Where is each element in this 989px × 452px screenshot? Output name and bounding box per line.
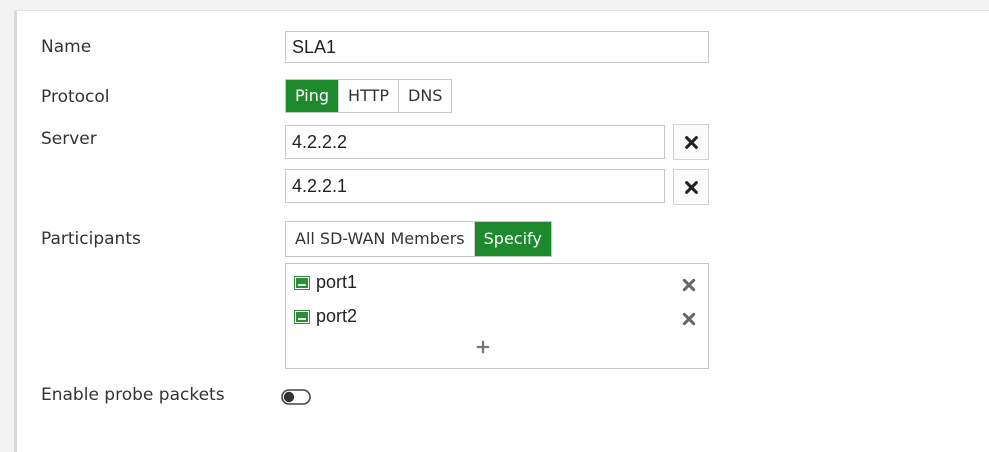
remove-server-2-button[interactable] <box>673 169 709 205</box>
remove-participant-icon[interactable] <box>682 278 696 292</box>
remove-server-1-button[interactable] <box>673 124 709 160</box>
network-port-icon <box>294 309 310 324</box>
protocol-option-http[interactable]: HTTP <box>339 80 399 112</box>
server-input-2[interactable]: 4.2.2.1 <box>285 169 665 203</box>
protocol-label: Protocol <box>41 87 110 107</box>
probe-label: Enable probe packets <box>41 385 225 405</box>
name-input[interactable]: SLA1 <box>285 31 709 63</box>
server-input-1-value: 4.2.2.2 <box>292 132 348 152</box>
close-icon <box>684 180 698 194</box>
participant-label: port1 <box>316 272 358 292</box>
toggle-switch-icon[interactable] <box>281 389 311 405</box>
name-input-value: SLA1 <box>292 37 337 57</box>
participant-item: port1 <box>294 272 357 293</box>
close-icon <box>684 135 698 149</box>
protocol-selector: Ping HTTP DNS <box>285 79 453 113</box>
participants-option-specify[interactable]: Specify <box>474 222 551 256</box>
plus-icon[interactable] <box>476 340 490 354</box>
server-label: Server <box>41 129 97 149</box>
protocol-option-ping[interactable]: Ping <box>286 80 340 112</box>
server-input-1[interactable]: 4.2.2.2 <box>285 125 665 159</box>
participants-list: port1 port2 <box>285 263 709 369</box>
network-port-icon <box>294 275 310 290</box>
server-input-2-value: 4.2.2.1 <box>292 176 348 196</box>
participants-selector: All SD-WAN Members Specify <box>285 221 552 257</box>
name-label: Name <box>41 37 92 57</box>
sla-settings-panel: Name SLA1 Protocol Ping HTTP DNS Server … <box>14 10 989 452</box>
participant-label: port2 <box>316 306 358 326</box>
participants-option-all[interactable]: All SD-WAN Members <box>286 222 475 256</box>
protocol-option-dns[interactable]: DNS <box>399 80 451 112</box>
remove-participant-icon[interactable] <box>682 312 696 326</box>
participants-label: Participants <box>41 229 141 249</box>
participant-item: port2 <box>294 306 357 327</box>
